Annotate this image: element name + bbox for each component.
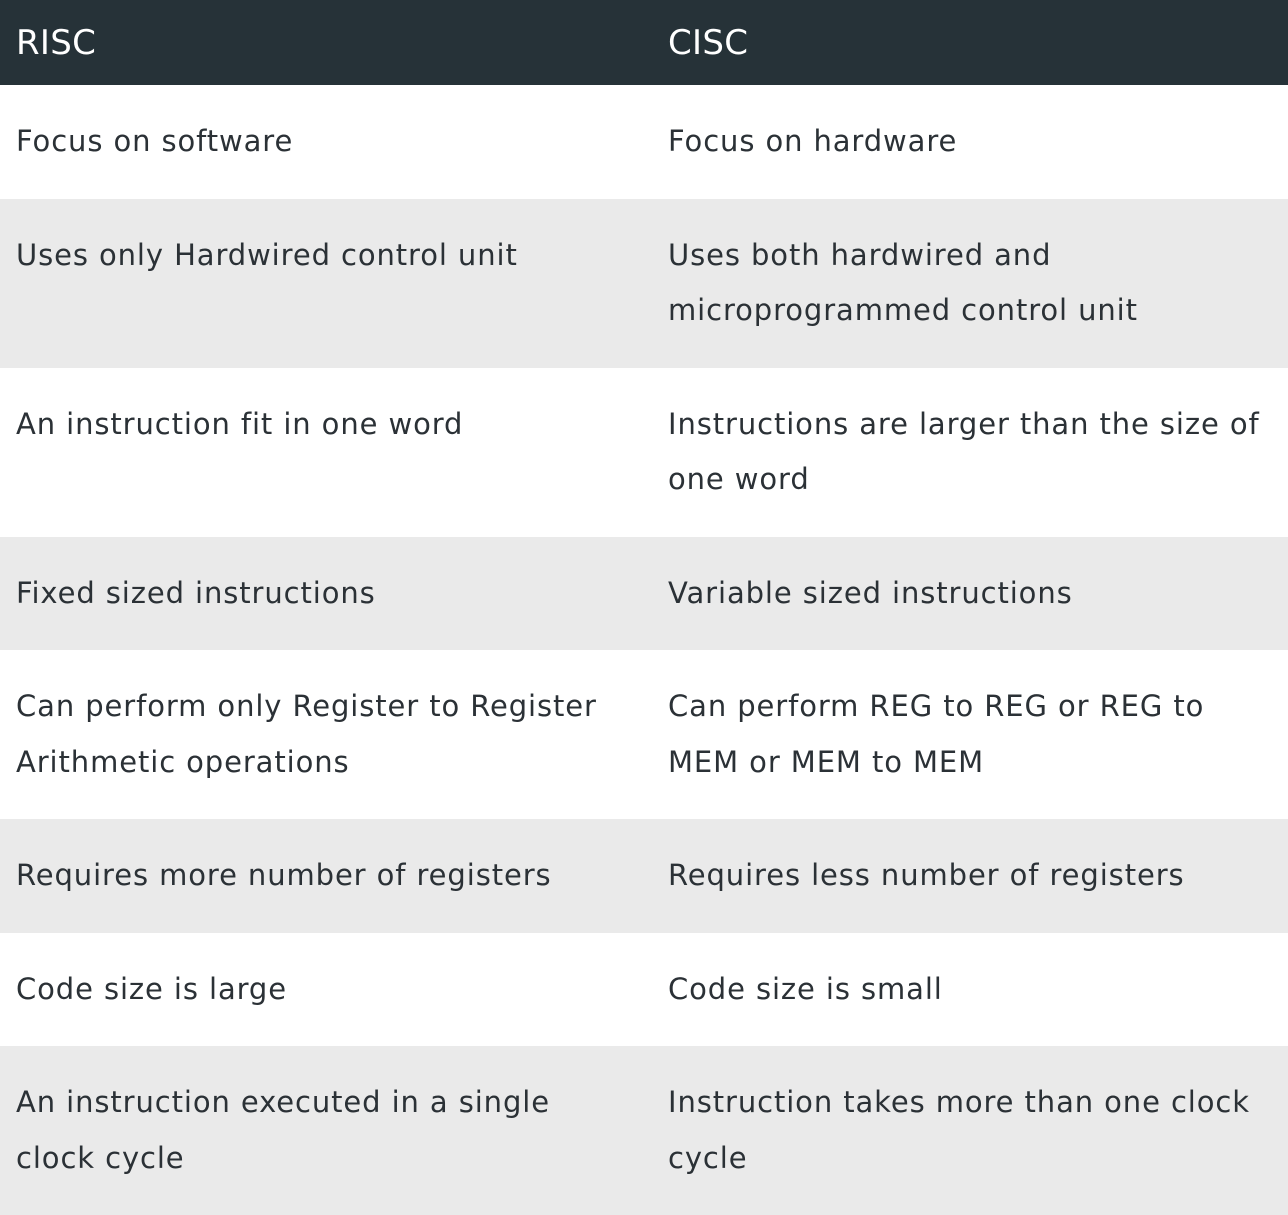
cisc-cell: Instructions are larger than the size of… xyxy=(668,406,1260,497)
table-row: Uses only Hardwired control unit Uses bo… xyxy=(0,198,1288,368)
header-cisc: CISC xyxy=(668,22,749,63)
cisc-cell: Requires less number of registers xyxy=(668,858,1185,892)
risc-cell: Uses only Hardwired control unit xyxy=(16,237,518,272)
risc-cell: Code size is large xyxy=(16,971,287,1006)
cisc-cell: Instruction takes more than one clock cy… xyxy=(668,1085,1250,1175)
header-risc: RISC xyxy=(16,22,97,63)
cisc-cell: Variable sized instructions xyxy=(668,575,1073,610)
table-row: Focus on software Focus on hardware xyxy=(0,85,1288,199)
table-row: Requires more number of registers Requir… xyxy=(0,819,1288,933)
cisc-cell: Code size is small xyxy=(668,971,943,1006)
table-row: An instruction executed in a single cloc… xyxy=(0,1046,1288,1215)
header-row: RISC CISC xyxy=(0,0,1288,85)
table-body: Focus on software Focus on hardware Uses… xyxy=(0,85,1288,1215)
table-row: Fixed sized instructions Variable sized … xyxy=(0,536,1288,650)
table-row: Code size is large Code size is small xyxy=(0,932,1288,1046)
cisc-cell: Focus on hardware xyxy=(668,124,958,158)
risc-cell: Fixed sized instructions xyxy=(16,575,376,610)
table-row: Can perform only Register to Register Ar… xyxy=(0,650,1288,819)
cisc-cell: Uses both hardwired and microprogrammed … xyxy=(668,237,1138,328)
risc-cell: An instruction executed in a single cloc… xyxy=(16,1085,550,1175)
risc-cell: Focus on software xyxy=(16,124,294,158)
risc-cell: Can perform only Register to Register Ar… xyxy=(16,689,597,779)
risc-cisc-comparison-table: RISC CISC Focus on software Focus on har… xyxy=(0,0,1288,1215)
table-row: An instruction fit in one word Instructi… xyxy=(0,367,1288,537)
cisc-cell: Can perform REG to REG or REG to MEM or … xyxy=(668,689,1205,779)
risc-cell: An instruction fit in one word xyxy=(16,406,464,441)
risc-cell: Requires more number of registers xyxy=(16,858,552,892)
table-header: RISC CISC xyxy=(0,0,1288,85)
